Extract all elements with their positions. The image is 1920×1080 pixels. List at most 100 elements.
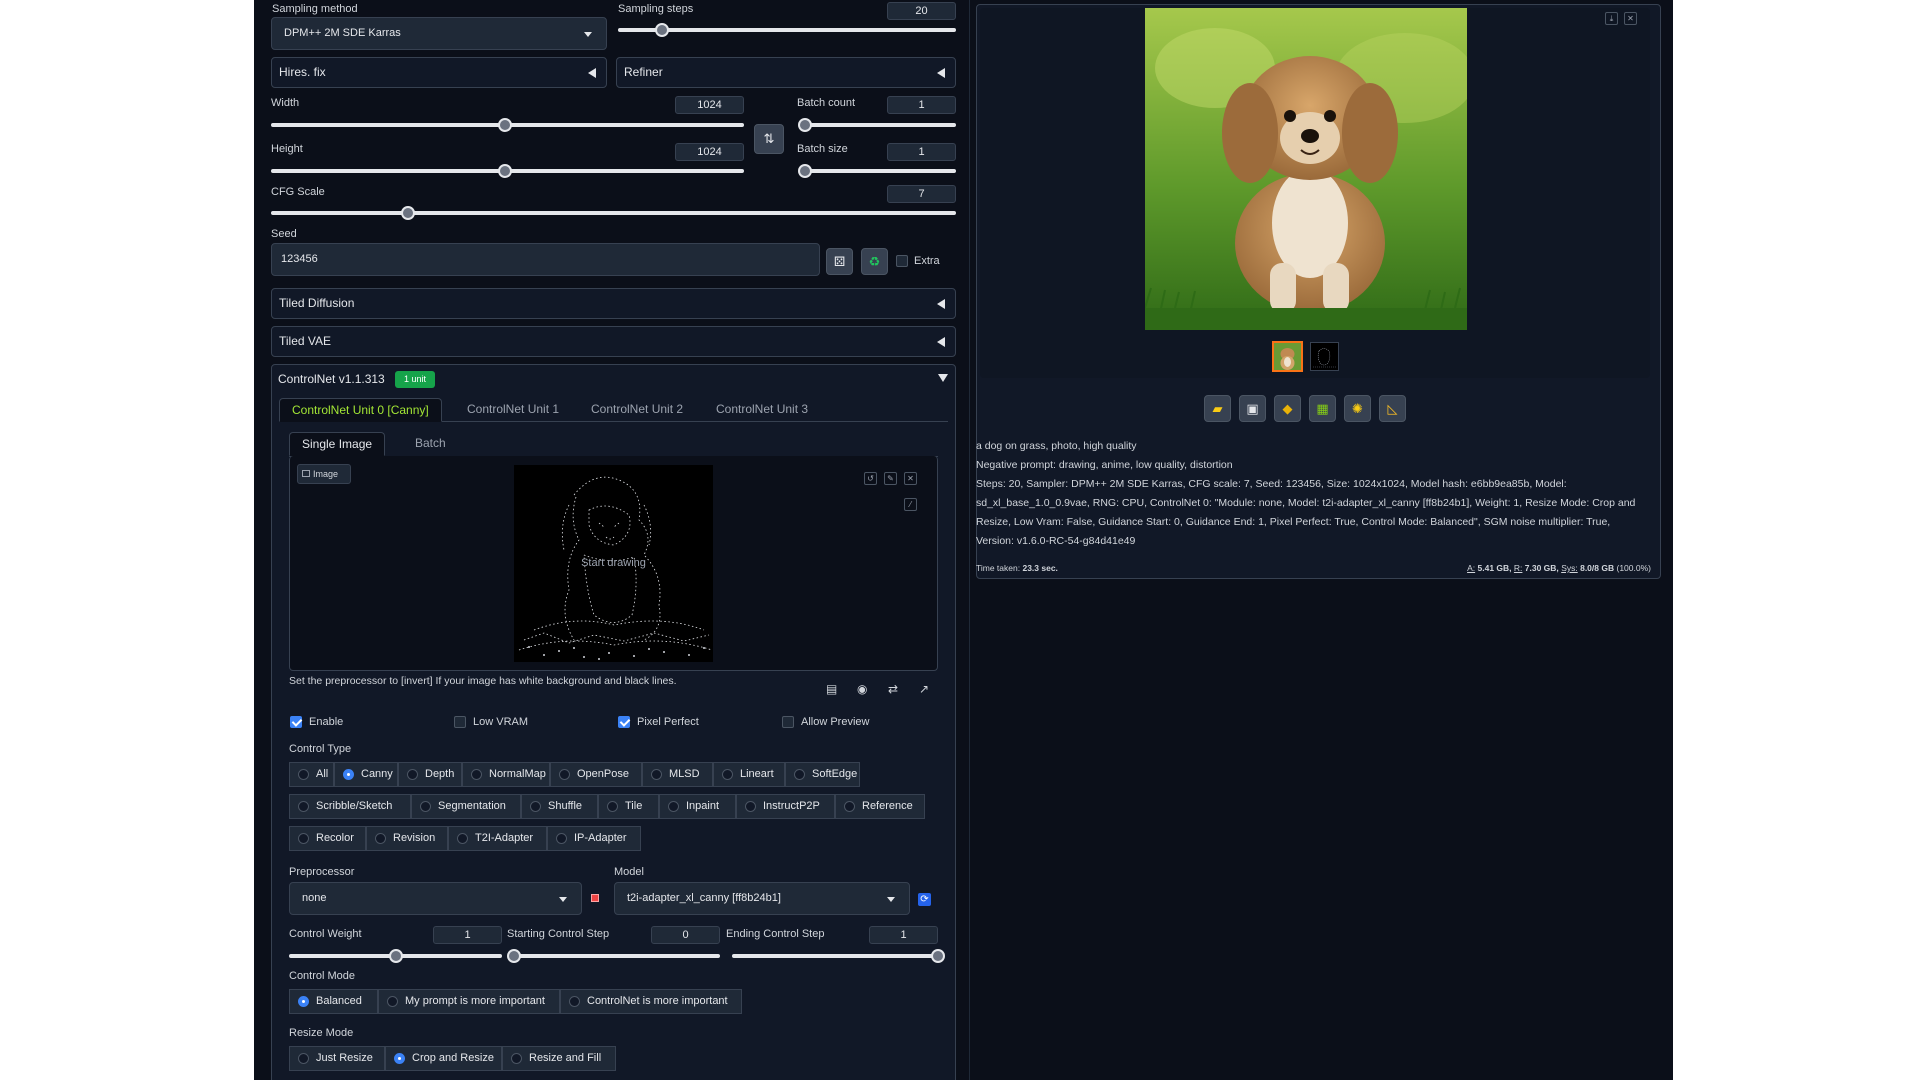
seed-input[interactable]: 123456 bbox=[271, 243, 820, 276]
resize-mode-crop-and-resize[interactable]: Crop and Resize bbox=[385, 1046, 502, 1071]
width-slider[interactable] bbox=[271, 118, 744, 132]
send-to-img2img-button[interactable]: ▦ bbox=[1309, 395, 1336, 422]
tab-batch[interactable]: Batch bbox=[403, 432, 458, 456]
control-type-segmentation[interactable]: Segmentation bbox=[411, 794, 521, 819]
control-type-openpose[interactable]: OpenPose bbox=[550, 762, 642, 787]
controlnet-title[interactable]: ControlNet v1.1.313 bbox=[278, 372, 385, 386]
control-type-normalmap[interactable]: NormalMap bbox=[462, 762, 550, 787]
allow-preview-checkbox[interactable] bbox=[782, 716, 794, 728]
control-type-depth[interactable]: Depth bbox=[398, 762, 462, 787]
model-dropdown[interactable]: t2i-adapter_xl_canny [ff8b24b1] bbox=[614, 882, 910, 915]
tab-controlnet-unit-3[interactable]: ControlNet Unit 3 bbox=[704, 398, 820, 422]
resize-mode-resize-and-fill[interactable]: Resize and Fill bbox=[502, 1046, 616, 1071]
sampling-method-dropdown[interactable]: DPM++ 2M SDE Karras bbox=[271, 17, 607, 50]
radio-label: Scribble/Sketch bbox=[316, 800, 393, 812]
control-type-revision[interactable]: Revision bbox=[366, 826, 448, 851]
height-input[interactable]: 1024 bbox=[675, 143, 744, 161]
cfg-scale-slider[interactable] bbox=[271, 206, 956, 220]
mirror-icon[interactable]: ⇄ bbox=[888, 682, 898, 696]
control-type-scribble[interactable]: Scribble/Sketch bbox=[289, 794, 411, 819]
thumbnail-generated[interactable] bbox=[1272, 341, 1303, 372]
control-type-reference[interactable]: Reference bbox=[835, 794, 925, 819]
tab-controlnet-unit-2[interactable]: ControlNet Unit 2 bbox=[579, 398, 695, 422]
batch-count-slider[interactable] bbox=[797, 118, 956, 132]
tiled-vae-accordion[interactable]: Tiled VAE bbox=[271, 326, 956, 357]
height-label: Height bbox=[271, 143, 303, 155]
slider-knob[interactable] bbox=[401, 206, 415, 220]
control-type-recolor[interactable]: Recolor bbox=[289, 826, 366, 851]
slider-knob[interactable] bbox=[498, 164, 513, 178]
download-icon[interactable]: ⤓ bbox=[1605, 12, 1618, 25]
slider-knob[interactable] bbox=[797, 118, 812, 132]
slider-knob[interactable] bbox=[931, 949, 945, 963]
resize-mode-just-resize[interactable]: Just Resize bbox=[289, 1046, 385, 1071]
height-slider[interactable] bbox=[271, 164, 744, 178]
send-dimensions-icon[interactable]: ↗ bbox=[919, 682, 929, 696]
brush-icon[interactable]: ⁄ bbox=[904, 498, 917, 511]
new-canvas-icon[interactable]: ▤ bbox=[826, 682, 837, 696]
slider-knob[interactable] bbox=[498, 118, 513, 132]
random-seed-button[interactable]: ⚄ bbox=[826, 248, 853, 275]
starting-step-slider[interactable] bbox=[507, 949, 720, 963]
send-to-extras-button[interactable]: ◺ bbox=[1379, 395, 1406, 422]
swap-dimensions-button[interactable]: ⇅ bbox=[754, 124, 784, 154]
cfg-scale-input[interactable]: 7 bbox=[887, 185, 956, 203]
refresh-models-icon[interactable]: ⟳ bbox=[918, 893, 931, 906]
control-weight-input[interactable]: 1 bbox=[433, 926, 502, 944]
ending-step-slider[interactable] bbox=[732, 949, 945, 963]
tab-single-image[interactable]: Single Image bbox=[289, 432, 386, 456]
enable-checkbox[interactable] bbox=[290, 716, 302, 728]
control-type-instructp2p[interactable]: InstructP2P bbox=[736, 794, 835, 819]
batch-count-input[interactable]: 1 bbox=[887, 96, 956, 114]
control-type-t2i-adapter[interactable]: T2I-Adapter bbox=[448, 826, 547, 851]
control-weight-slider[interactable] bbox=[289, 949, 502, 963]
low-vram-checkbox[interactable] bbox=[454, 716, 466, 728]
slider-knob[interactable] bbox=[507, 949, 521, 963]
slider-knob[interactable] bbox=[797, 164, 812, 178]
send-to-inpaint-button[interactable]: ✺ bbox=[1344, 395, 1371, 422]
open-folder-button[interactable]: ▰ bbox=[1204, 395, 1231, 422]
control-mode-prompt[interactable]: My prompt is more important bbox=[378, 989, 560, 1014]
ending-step-input[interactable]: 1 bbox=[869, 926, 938, 944]
sampling-steps-slider[interactable] bbox=[618, 23, 956, 37]
control-type-ip-adapter[interactable]: IP-Adapter bbox=[547, 826, 641, 851]
save-button[interactable]: ▣ bbox=[1239, 395, 1266, 422]
control-type-shuffle[interactable]: Shuffle bbox=[521, 794, 598, 819]
run-preprocessor-icon[interactable] bbox=[591, 894, 599, 902]
tiled-diffusion-accordion[interactable]: Tiled Diffusion bbox=[271, 288, 956, 319]
collapse-triangle-icon[interactable] bbox=[938, 374, 948, 382]
thumbnail-canny[interactable] bbox=[1310, 342, 1339, 371]
refiner-accordion[interactable]: Refiner bbox=[616, 57, 956, 88]
control-type-tile[interactable]: Tile bbox=[598, 794, 659, 819]
width-input[interactable]: 1024 bbox=[675, 96, 744, 114]
preprocessor-dropdown[interactable]: none bbox=[289, 882, 582, 915]
extra-checkbox[interactable] bbox=[896, 255, 908, 267]
edit-icon[interactable]: ✎ bbox=[884, 472, 897, 485]
slider-knob[interactable] bbox=[388, 949, 403, 963]
control-type-mlsd[interactable]: MLSD bbox=[642, 762, 713, 787]
control-type-canny[interactable]: Canny bbox=[334, 762, 398, 787]
close-icon[interactable]: ✕ bbox=[1624, 12, 1637, 25]
control-type-inpaint[interactable]: Inpaint bbox=[659, 794, 736, 819]
close-icon[interactable]: ✕ bbox=[904, 472, 917, 485]
control-mode-controlnet[interactable]: ControlNet is more important bbox=[560, 989, 742, 1014]
sampling-steps-input[interactable]: 20 bbox=[887, 2, 956, 20]
hires-fix-accordion[interactable]: Hires. fix bbox=[271, 57, 607, 88]
control-mode-balanced[interactable]: Balanced bbox=[289, 989, 378, 1014]
webcam-icon[interactable]: ◉ bbox=[857, 682, 867, 696]
tab-controlnet-unit-1[interactable]: ControlNet Unit 1 bbox=[455, 398, 571, 422]
slider-knob[interactable] bbox=[654, 23, 669, 37]
starting-step-input[interactable]: 0 bbox=[651, 926, 720, 944]
reuse-seed-button[interactable]: ♻ bbox=[861, 248, 888, 275]
generated-image[interactable] bbox=[1145, 8, 1467, 330]
control-type-softedge[interactable]: SoftEdge bbox=[785, 762, 860, 787]
batch-size-input[interactable]: 1 bbox=[887, 143, 956, 161]
control-type-all[interactable]: All bbox=[289, 762, 334, 787]
undo-icon[interactable]: ↺ bbox=[864, 472, 877, 485]
batch-size-slider[interactable] bbox=[797, 164, 956, 178]
tab-controlnet-unit-0[interactable]: ControlNet Unit 0 [Canny] bbox=[279, 398, 442, 422]
generation-params-1: Steps: 20, Sampler: DPM++ 2M SDE Karras,… bbox=[976, 478, 1567, 490]
pixel-perfect-checkbox[interactable] bbox=[618, 716, 630, 728]
zip-button[interactable]: ◆ bbox=[1274, 395, 1301, 422]
control-type-lineart[interactable]: Lineart bbox=[713, 762, 785, 787]
